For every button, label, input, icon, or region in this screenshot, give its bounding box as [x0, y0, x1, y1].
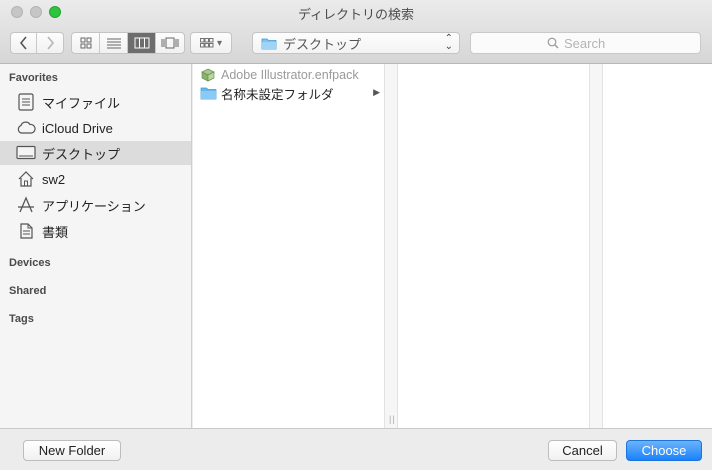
chevron-right-icon [47, 36, 55, 50]
folder-icon [199, 85, 217, 101]
cover-flow-view-button[interactable] [156, 33, 184, 53]
documents-icon [16, 222, 36, 240]
sidebar-section-shared[interactable]: Shared [9, 285, 46, 297]
home-icon [16, 170, 36, 188]
arrange-grid-icon [200, 38, 214, 48]
arrange-button[interactable]: ▾ [190, 32, 232, 54]
search-field[interactable] [470, 32, 701, 54]
icon-grid-icon [80, 37, 91, 49]
column-view-button[interactable] [128, 33, 156, 53]
icon-view-button[interactable] [72, 33, 100, 53]
sidebar-item-label: 書類 [42, 224, 69, 240]
window-title: ディレクトリの検索 [297, 7, 415, 22]
navigation-buttons [10, 32, 64, 54]
column-resize-handle[interactable] [589, 64, 603, 428]
sidebar-section-devices[interactable]: Devices [9, 257, 51, 269]
cover-flow-icon [161, 37, 179, 49]
disclosure-arrow-icon: ▶ [373, 87, 380, 97]
list-lines-icon [106, 38, 121, 49]
sidebar-item-applications[interactable]: アプリケーション [0, 193, 191, 217]
search-input[interactable] [564, 35, 624, 51]
file-dialog-window: ディレクトリの検索 ▾ デスクトップ ⌃ ⌄ Search Favorites … [0, 0, 712, 470]
file-row-untitled-folder[interactable]: 名称未設定フォルダ ▶ [193, 84, 384, 102]
new-folder-button[interactable]: New Folder [23, 440, 121, 461]
cloud-icon [16, 119, 36, 137]
sidebar-item-label: sw2 [42, 171, 66, 187]
search-icon [547, 37, 559, 49]
location-label: デスクトップ [283, 36, 362, 52]
column-browser: Adobe Illustrator.enfpack 名称未設定フォルダ ▶ || [193, 64, 712, 428]
sidebar-item-home[interactable]: sw2 [0, 167, 191, 191]
browser-column-1: Adobe Illustrator.enfpack 名称未設定フォルダ ▶ [193, 64, 384, 428]
cancel-button[interactable]: Cancel [548, 440, 617, 461]
folder-icon [261, 38, 277, 49]
popup-stepper-icon: ⌃ ⌄ [444, 33, 453, 52]
sidebar-item-label: マイファイル [42, 95, 121, 111]
location-popup[interactable]: デスクトップ ⌃ ⌄ [252, 32, 460, 54]
choose-button[interactable]: Choose [626, 440, 702, 461]
file-name: Adobe Illustrator.enfpack [221, 68, 359, 82]
resize-grip-icon: || [389, 414, 396, 424]
sidebar-item-documents[interactable]: 書類 [0, 219, 191, 243]
all-my-files-icon [16, 93, 36, 111]
sidebar-section-favorites: Favorites [9, 72, 58, 84]
view-mode-control [71, 32, 185, 54]
sidebar-item-all-my-files[interactable]: マイファイル [0, 90, 191, 114]
chevron-down-icon: ▾ [216, 37, 223, 49]
title-bar: ディレクトリの検索 ▾ デスクトップ ⌃ ⌄ Search [0, 0, 712, 64]
sidebar-item-desktop[interactable]: デスクトップ [0, 141, 191, 165]
column-resize-handle[interactable]: || [384, 64, 398, 428]
sidebar-section-tags[interactable]: Tags [9, 313, 34, 325]
columns-icon [134, 37, 149, 49]
sidebar-item-icloud-drive[interactable]: iCloud Drive [0, 116, 191, 140]
sidebar: Favorites マイファイル iCloud Drive デスクトップ sw2 [0, 64, 192, 428]
back-button[interactable] [11, 33, 37, 53]
sidebar-item-label: iCloud Drive [42, 120, 113, 136]
desktop-icon [16, 144, 36, 162]
list-view-button[interactable] [100, 33, 128, 53]
sidebar-item-label: アプリケーション [42, 198, 146, 214]
forward-button[interactable] [37, 33, 63, 53]
file-row-enfpack[interactable]: Adobe Illustrator.enfpack [193, 66, 384, 84]
chevron-left-icon [19, 36, 27, 50]
sidebar-item-label: デスクトップ [42, 146, 121, 162]
file-name: 名称未設定フォルダ [221, 87, 334, 102]
applications-icon [16, 196, 36, 214]
dialog-bottom-bar: New Folder Cancel Choose [0, 428, 712, 470]
package-icon [199, 67, 217, 83]
